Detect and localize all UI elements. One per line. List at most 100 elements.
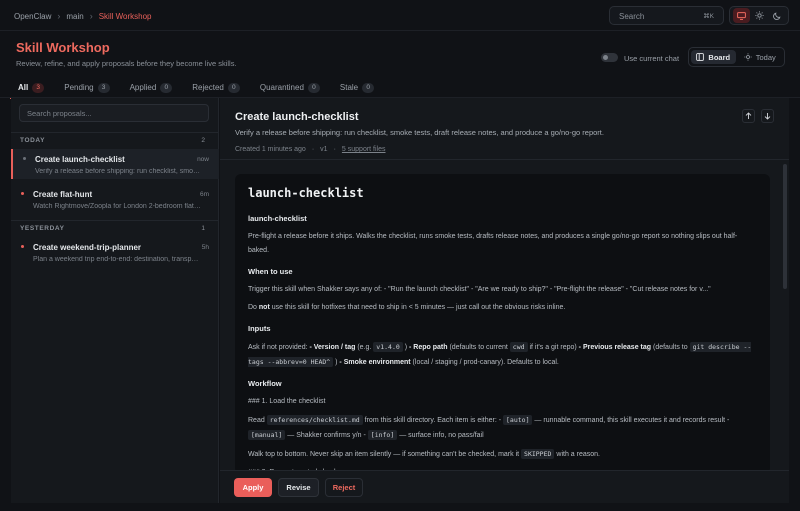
proposal-summary: Plan a weekend trip end-to-end: destinat… (33, 256, 201, 263)
tab-label: Pending (64, 83, 94, 92)
tab-label: Stale (339, 83, 359, 92)
group-count: 1 (201, 225, 205, 232)
tab-count: 0 (307, 82, 320, 93)
reject-button[interactable]: Reject (325, 478, 363, 497)
board-view-button[interactable]: Board (691, 50, 736, 64)
doc-inputs-heading: Inputs (248, 324, 271, 333)
tab-quarantined[interactable]: Quarantined 0 (252, 78, 332, 97)
tab-count: 3 (32, 82, 45, 93)
group-label: TODAY (20, 137, 46, 144)
board-icon (696, 53, 705, 61)
tab-label: Rejected (192, 83, 224, 92)
monitor-icon (736, 11, 746, 20)
action-bar: Apply Revise Reject (220, 470, 789, 503)
proposal-search-input[interactable]: Search proposals... (19, 104, 209, 122)
status-dot (23, 157, 26, 160)
doc-skill-name: launch-checklist (248, 214, 307, 223)
detail-divider (220, 159, 789, 160)
sun-icon (754, 11, 764, 20)
scrollbar-thumb[interactable] (783, 164, 787, 289)
tab-count: 0 (227, 82, 240, 93)
breadcrumb: OpenClaw › main › Skill Workshop (14, 11, 151, 21)
support-files-link[interactable]: 5 support files (342, 146, 386, 153)
group-header-today: TODAY 2 (11, 132, 219, 145)
doc-do-not: Do not use this skill for hotfixes that … (248, 304, 566, 311)
meta-separator: · (311, 146, 315, 153)
sun-icon (744, 53, 752, 61)
detail-description: Verify a release before shipping: run ch… (235, 128, 604, 137)
tab-count: 0 (362, 82, 375, 93)
proposal-detail-panel: Create launch-checklist Verify a release… (220, 98, 789, 503)
tab-label: Quarantined (259, 83, 304, 92)
light-mode-button[interactable] (751, 8, 768, 23)
doc-step-1: ### 1. Load the checklist (248, 398, 326, 405)
today-view-button[interactable]: Today (738, 50, 783, 64)
view-switch: Board Today (688, 47, 785, 67)
proposal-time: 6m (199, 191, 209, 198)
doc-workflow-heading: Workflow (248, 379, 282, 388)
tab-applied[interactable]: Applied 0 (122, 78, 185, 97)
detail-meta: Created 1 minutes ago · v1 · 5 support f… (235, 146, 386, 153)
version-label: v1 (320, 146, 328, 153)
doc-when-heading: When to use (248, 267, 293, 276)
dark-mode-button[interactable] (769, 8, 786, 23)
use-current-chat-toggle[interactable] (601, 53, 618, 62)
doc-intro: Pre-flight a release before it ships. Wa… (248, 233, 738, 254)
breadcrumb-main[interactable]: main (66, 12, 83, 21)
group-count: 2 (201, 137, 205, 144)
previous-proposal-button[interactable] (742, 109, 755, 123)
proposal-title: Create weekend-trip-planner (33, 243, 142, 252)
doc-inputs-text: Ask if not provided: - Version / tag (e.… (248, 342, 752, 367)
detail-title: Create launch-checklist (235, 111, 359, 123)
search-placeholder: Search (619, 12, 645, 21)
proposal-time: 5h (201, 244, 209, 251)
doc-heading: launch-checklist (248, 186, 364, 200)
proposal-title: Create launch-checklist (35, 155, 125, 164)
group-header-yesterday: YESTERDAY 1 (11, 220, 219, 233)
proposal-title: Create flat-hunt (33, 190, 93, 199)
tab-count: 0 (160, 82, 173, 93)
status-tabs: All 3 Pending 3 Applied 0 Rejected 0 Quarant… (10, 78, 386, 99)
moon-icon (773, 12, 781, 20)
page-title: Skill Workshop (16, 40, 110, 55)
next-proposal-button[interactable] (761, 109, 774, 123)
skill-document: launch-checklist launch-checklist Pre-fl… (235, 174, 770, 474)
top-bar: OpenClaw › main › Skill Workshop Search … (0, 0, 800, 31)
meta-separator: · (333, 146, 336, 153)
status-dot (21, 245, 24, 248)
board-view-label: Board (708, 52, 731, 62)
proposal-item-flat-hunt[interactable]: Create flat-hunt Watch Rightmove/Zoopla … (11, 184, 219, 214)
tab-label: Applied (129, 83, 157, 92)
proposal-time: now (197, 156, 209, 163)
proposal-search-placeholder: Search proposals... (27, 109, 92, 118)
tab-stale[interactable]: Stale 0 (332, 78, 386, 97)
doc-when-text: Trigger this skill when Shakker says any… (248, 286, 711, 293)
proposal-item-launch-checklist[interactable]: Create launch-checklist Verify a release… (11, 149, 219, 179)
global-search-input[interactable]: Search ⌘K (609, 6, 724, 25)
proposal-list-panel: Search proposals... TODAY 2 Create launc… (11, 98, 219, 503)
apply-button[interactable]: Apply (234, 478, 272, 497)
theme-switch (729, 6, 789, 25)
tab-rejected[interactable]: Rejected 0 (184, 78, 252, 97)
breadcrumb-openclaw[interactable]: OpenClaw (14, 12, 51, 21)
doc-read-text: Read references/checklist.md from this s… (248, 415, 730, 440)
detail-scrollbar[interactable] (783, 160, 787, 470)
chevron-right-icon: › (89, 11, 93, 21)
page-subtitle: Review, refine, and apply proposals befo… (16, 59, 237, 68)
group-label: YESTERDAY (20, 225, 65, 232)
proposal-summary: Verify a release before shipping: run ch… (35, 168, 203, 175)
today-view-label: Today (755, 52, 776, 62)
tab-pending[interactable]: Pending 3 (56, 78, 121, 97)
monitor-mode-button[interactable] (732, 8, 750, 23)
tab-all[interactable]: All 3 (10, 78, 56, 99)
arrow-down-icon (764, 113, 771, 120)
doc-walk-text: Walk top to bottom. Never skip an item s… (248, 449, 600, 459)
tab-label: All (18, 83, 29, 92)
breadcrumb-skill-workshop: Skill Workshop (98, 11, 152, 21)
tab-count: 3 (97, 82, 110, 93)
search-shortcut: ⌘K (703, 13, 714, 20)
proposal-item-weekend-trip-planner[interactable]: Create weekend-trip-planner Plan a weeke… (11, 237, 219, 267)
proposal-summary: Watch Rightmove/Zoopla for London 2-bedr… (33, 203, 201, 210)
chevron-right-icon: › (57, 11, 61, 21)
revise-button[interactable]: Revise (278, 478, 319, 497)
